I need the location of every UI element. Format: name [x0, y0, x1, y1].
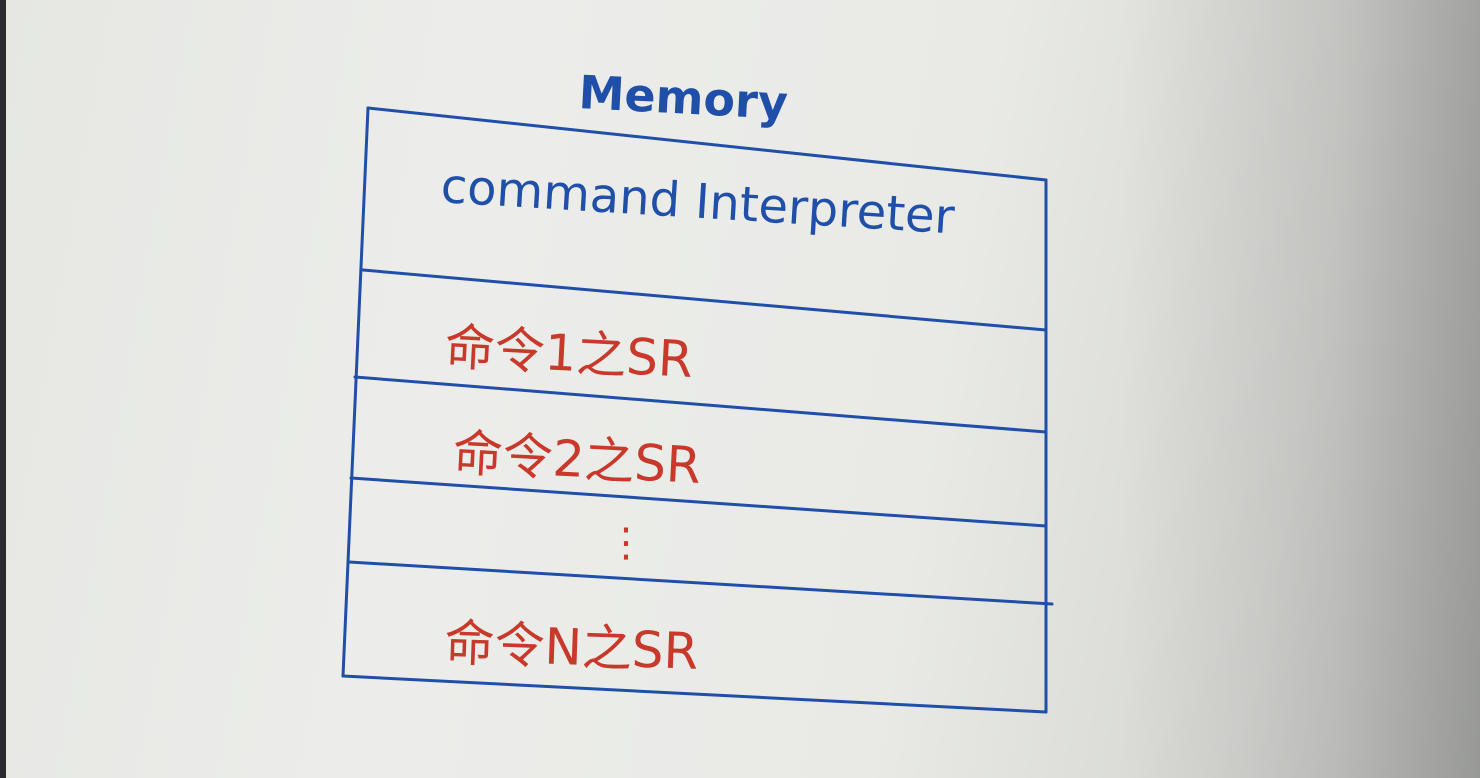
diagram-title: Memory [577, 65, 789, 130]
section-label-sr-2: 命令2之SR [451, 424, 702, 495]
memory-diagram: Memory command Interpreter 命令1之SR 命令2之SR… [341, 65, 1054, 714]
section-label-sr-1: 命令1之SR [443, 318, 694, 389]
frame-left-line [341, 106, 370, 678]
frame-bottom-line [341, 674, 1048, 714]
section-label-command-interpreter: command Interpreter [439, 158, 956, 245]
section-label-sr-n: 命令N之SR [444, 614, 700, 681]
divider-line-4 [347, 560, 1054, 606]
section-label-ellipsis: ⋮ [606, 520, 646, 566]
